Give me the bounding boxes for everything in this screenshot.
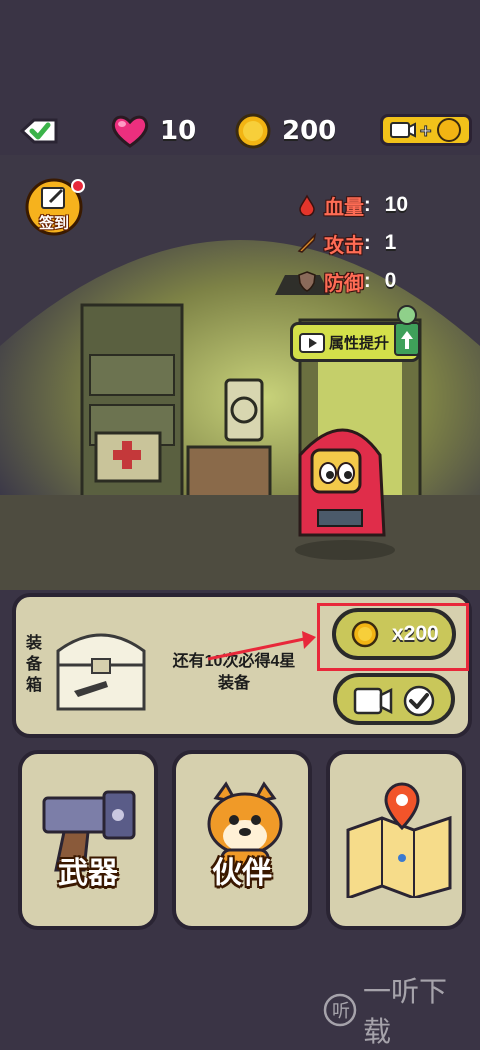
attribute-upgrade-button[interactable]: 属性提升 <box>290 305 420 362</box>
attr-hp-value: 10 <box>384 193 409 216</box>
attr-defense: 防御 : 0 <box>296 262 466 300</box>
attr-attack-label: 攻击 <box>324 234 364 257</box>
back-check-icon <box>19 118 58 144</box>
attr-defense-label: 防御 <box>324 272 364 295</box>
coins-value: 200 <box>282 116 337 146</box>
top-bar: 10 200 + <box>0 108 480 154</box>
tile-map[interactable] <box>326 750 466 930</box>
highlight-box <box>317 603 469 671</box>
watermark: 听 一听下载 <box>322 976 472 1047</box>
coin-icon <box>235 113 271 149</box>
tile-companions[interactable]: 伙伴 <box>172 750 312 930</box>
heart-icon <box>111 115 149 148</box>
tile-weapons[interactable]: 武器 <box>18 750 158 930</box>
svg-text:听: 听 <box>332 1001 350 1022</box>
map-icon <box>346 782 452 898</box>
pointer-arrow-icon <box>207 631 316 661</box>
treasure-chest-icon[interactable] <box>52 621 150 713</box>
attr-defense-value: 0 <box>384 269 397 292</box>
upgrade-arrow-icon <box>394 305 420 356</box>
watch-video-free-chest-button[interactable] <box>333 673 455 725</box>
hearts-counter: 10 <box>110 112 196 150</box>
attr-hp: 血量 : 10 <box>296 186 466 224</box>
attributes-panel: 血量 : 10 攻击 : 1 防御 : 0 <box>296 186 466 300</box>
video-plus-coin-icon: + <box>390 118 461 142</box>
signin-button[interactable]: 签到 <box>20 178 88 236</box>
video-icon <box>299 333 325 353</box>
back-button[interactable] <box>16 114 60 148</box>
sword-icon <box>297 232 317 253</box>
video-check-icon <box>353 685 435 717</box>
watermark-logo-icon: 听 <box>323 993 357 1027</box>
watch-video-for-coins-button[interactable]: + <box>380 114 472 146</box>
blood-drop-icon <box>299 194 315 216</box>
tile-weapons-label: 武器 <box>58 857 118 890</box>
attr-attack: 攻击 : 1 <box>296 224 466 262</box>
hearts-value: 10 <box>160 116 197 146</box>
signin-label: 签到 <box>38 215 69 232</box>
chest-label: 装备箱 <box>25 635 42 694</box>
shield-icon <box>298 271 316 292</box>
watermark-text: 一听下载 <box>363 976 448 1047</box>
tile-companions-label: 伙伴 <box>212 857 272 890</box>
attribute-upgrade-label: 属性提升 <box>329 334 390 352</box>
coins-counter: 200 <box>234 112 336 150</box>
attr-attack-value: 1 <box>384 231 397 254</box>
attr-hp-label: 血量 <box>324 196 364 219</box>
svg-text:+: + <box>419 121 432 140</box>
